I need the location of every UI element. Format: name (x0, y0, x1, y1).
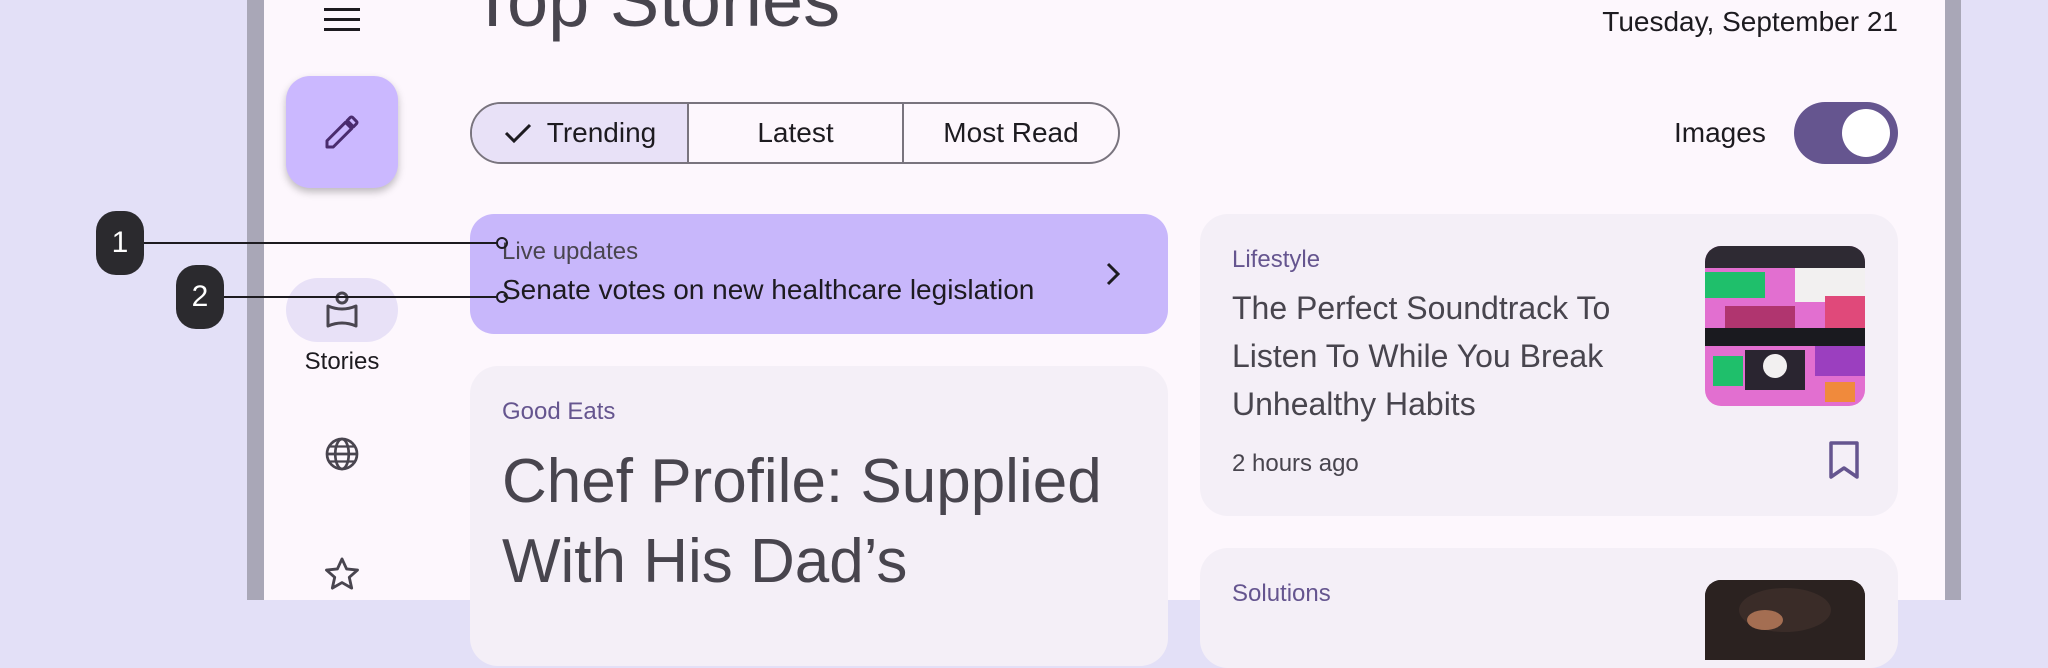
images-toggle-label: Images (1674, 117, 1766, 148)
rail-pill-favorites (286, 542, 398, 606)
rail-item-world[interactable] (286, 422, 398, 486)
callout-dot-1 (496, 237, 508, 249)
side-story-kicker: Lifestyle (1232, 246, 1321, 273)
toggle-knob (1842, 109, 1890, 157)
side-story-headline: The Perfect Soundtrack To Listen To Whil… (1232, 290, 1611, 422)
menu-icon (324, 8, 360, 31)
callout-dot-2 (496, 291, 508, 303)
rail-label-stories: Stories (304, 348, 380, 375)
portrait-image (1705, 580, 1865, 660)
side-story-2-thumbnail (1705, 580, 1865, 660)
featured-story-card[interactable]: Good Eats Chef Profile: Supplied With Hi… (470, 366, 1168, 666)
live-updates-card[interactable]: Live updates Senate votes on new healthc… (470, 214, 1168, 334)
side-story-card[interactable]: Lifestyle The Perfect Soundtrack To List… (1200, 214, 1898, 516)
segment-most-read[interactable]: Most Read (902, 104, 1118, 162)
rail-item-favorites[interactable] (286, 542, 398, 606)
side-story-timestamp: 2 hours ago (1232, 450, 1359, 477)
check-icon (504, 123, 531, 144)
date-label: Tuesday, September 21 (1602, 6, 1898, 37)
side-story-card-2[interactable]: Solutions (1200, 548, 1898, 668)
callout-line-1 (144, 242, 498, 244)
live-updates-headline: Senate votes on new healthcare legislati… (502, 274, 1035, 305)
menu-button[interactable] (305, 0, 379, 40)
pencil-icon (325, 115, 359, 149)
globe-icon (325, 437, 359, 471)
filter-segmented-button: Trending Latest Most Read (470, 102, 1120, 164)
segment-label-trending: Trending (546, 117, 657, 148)
side-story-thumbnail (1705, 246, 1865, 406)
segment-label-most-read: Most Read (943, 117, 1079, 148)
featured-story-kicker: Good Eats (502, 398, 616, 425)
rail-item-stories[interactable]: Stories (286, 278, 398, 376)
images-toggle[interactable] (1794, 102, 1898, 164)
live-updates-kicker: Live updates (502, 238, 639, 265)
rail-pill-world (286, 422, 398, 486)
page-title: Top Stories (470, 0, 841, 42)
segment-label-latest: Latest (757, 117, 834, 148)
callout-marker-1: 1 (96, 211, 144, 275)
callout-marker-2: 2 (176, 265, 224, 329)
side-story-2-kicker: Solutions (1232, 580, 1331, 607)
featured-story-headline: Chef Profile: Supplied With His Dad’s (502, 447, 1102, 596)
compose-fab[interactable] (286, 76, 398, 188)
collage-image (1705, 246, 1865, 406)
callout-line-2 (224, 296, 498, 298)
chevron-right-icon (1106, 262, 1121, 286)
segment-trending[interactable]: Trending (472, 104, 687, 162)
segment-latest[interactable]: Latest (687, 104, 902, 162)
rail-pill-stories (286, 278, 398, 342)
bookmark-icon[interactable] (1827, 440, 1861, 480)
star-icon (325, 557, 359, 590)
